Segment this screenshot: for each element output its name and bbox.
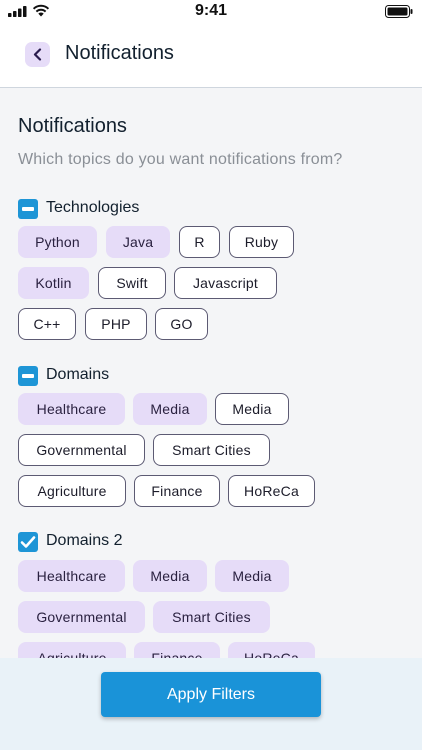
chip-agriculture[interactable]: Agriculture (18, 475, 126, 507)
chip-media[interactable]: Media (215, 393, 289, 425)
chip-agriculture[interactable]: Agriculture (18, 642, 126, 658)
group-checkbox-checked[interactable] (18, 532, 38, 552)
chip-governmental[interactable]: Governmental (18, 601, 145, 633)
battery-icon (385, 5, 413, 18)
group-label: Technologies (46, 199, 140, 216)
checkmark-icon (20, 536, 36, 548)
app-header: Notifications (0, 22, 422, 88)
chip-media[interactable]: Media (133, 393, 207, 425)
chevron-left-icon (33, 48, 42, 61)
chip-healthcare[interactable]: Healthcare (18, 393, 125, 425)
chip-php[interactable]: PHP (85, 308, 147, 340)
chip-media[interactable]: Media (215, 560, 289, 592)
back-button[interactable] (25, 42, 50, 67)
footer-bar: Apply Filters (0, 658, 422, 750)
group-label: Domains (46, 366, 110, 383)
chip-swift[interactable]: Swift (98, 267, 166, 299)
chip-cpp[interactable]: C++ (18, 308, 76, 340)
chip-healthcare[interactable]: Healthcare (18, 560, 125, 592)
group-checkbox-indeterminate[interactable] (18, 366, 38, 386)
chip-ruby[interactable]: Ruby (229, 226, 294, 258)
section-subtitle: Which topics do you want notifications f… (18, 151, 343, 168)
chip-governmental[interactable]: Governmental (18, 434, 145, 466)
chip-python[interactable]: Python (18, 226, 97, 258)
group-label: Domains 2 (46, 532, 123, 549)
chip-media[interactable]: Media (133, 560, 207, 592)
notifications-content[interactable]: Notifications Which topics do you want n… (0, 88, 422, 658)
chip-finance[interactable]: Finance (134, 642, 220, 658)
status-time: 9:41 (194, 2, 228, 19)
section-title: Notifications (18, 115, 127, 137)
chip-javascript[interactable]: Javascript (174, 267, 277, 299)
chip-finance[interactable]: Finance (134, 475, 220, 507)
group-checkbox-indeterminate[interactable] (18, 199, 38, 219)
page-title: Notifications (65, 42, 174, 64)
chip-r[interactable]: R (179, 226, 220, 258)
chip-horeca[interactable]: HoReCa (228, 642, 315, 658)
chip-horeca[interactable]: HoReCa (228, 475, 315, 507)
chip-smart-cities[interactable]: Smart Cities (153, 434, 270, 466)
apply-filters-button[interactable]: Apply Filters (101, 672, 321, 717)
chip-go[interactable]: GO (155, 308, 208, 340)
chip-java[interactable]: Java (106, 226, 170, 258)
chip-smart-cities[interactable]: Smart Cities (153, 601, 270, 633)
chip-kotlin[interactable]: Kotlin (18, 267, 89, 299)
status-bar: 9:41 (0, 0, 422, 22)
